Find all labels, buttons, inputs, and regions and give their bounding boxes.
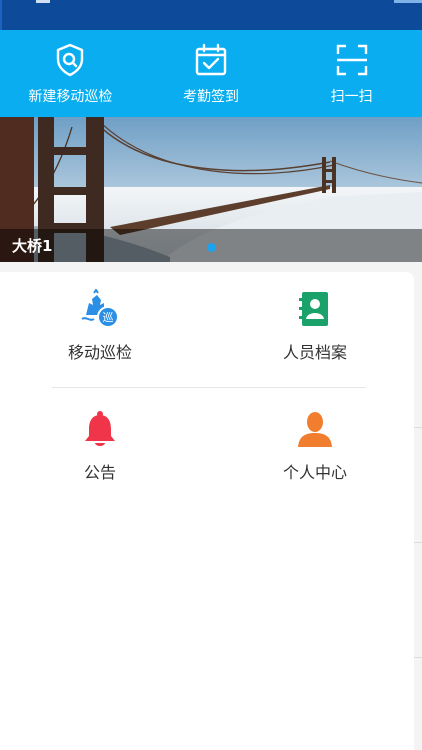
carousel-dot-active[interactable] bbox=[207, 243, 216, 252]
announcement-label: 公告 bbox=[83, 463, 116, 482]
mobile-patrol-label: 移动巡检 bbox=[67, 343, 132, 362]
banner-caption: 大桥1 bbox=[12, 237, 53, 255]
status-bar-accent bbox=[394, 0, 422, 3]
attendance-checkin-button[interactable]: 考勤签到 bbox=[141, 30, 282, 117]
personnel-records-button[interactable]: 人员档案 bbox=[235, 289, 395, 363]
edge-tick bbox=[414, 427, 422, 428]
status-bar-edge bbox=[0, 0, 2, 30]
menu-divider bbox=[52, 387, 366, 388]
announcement-button[interactable]: 公告 bbox=[20, 409, 180, 483]
bell-icon bbox=[85, 411, 115, 446]
quick-action-bar: 新建移动巡检 考勤签到 扫一扫 bbox=[0, 30, 422, 117]
scan-icon bbox=[336, 44, 367, 76]
edge-tick bbox=[414, 657, 422, 658]
edge-tick bbox=[414, 542, 422, 543]
patrol-badge: 巡 bbox=[103, 311, 114, 324]
personal-center-button[interactable]: 个人中心 bbox=[235, 409, 395, 483]
personal-center-label: 个人中心 bbox=[282, 463, 347, 482]
contacts-book-icon bbox=[299, 292, 328, 326]
menu-card: 巡 移动巡检 人员档案 公告 个人中心 bbox=[0, 272, 414, 750]
shield-search-icon bbox=[57, 43, 84, 77]
scan-button[interactable]: 扫一扫 bbox=[281, 30, 422, 117]
scan-label: 扫一扫 bbox=[330, 89, 373, 105]
attendance-checkin-label: 考勤签到 bbox=[183, 89, 239, 105]
status-bar bbox=[0, 0, 422, 30]
banner-carousel[interactable]: 大桥1 bbox=[0, 117, 422, 262]
person-icon bbox=[298, 412, 332, 447]
new-patrol-label: 新建移动巡检 bbox=[28, 89, 113, 105]
calendar-check-icon bbox=[195, 43, 227, 76]
new-patrol-button[interactable]: 新建移动巡检 bbox=[0, 30, 141, 117]
main-area: 巡 移动巡检 人员档案 公告 个人中心 bbox=[0, 262, 422, 750]
patrol-icon: 巡 bbox=[81, 289, 119, 328]
personnel-records-label: 人员档案 bbox=[282, 343, 347, 362]
status-indicator bbox=[36, 0, 50, 3]
mobile-patrol-button[interactable]: 巡 移动巡检 bbox=[20, 289, 180, 363]
